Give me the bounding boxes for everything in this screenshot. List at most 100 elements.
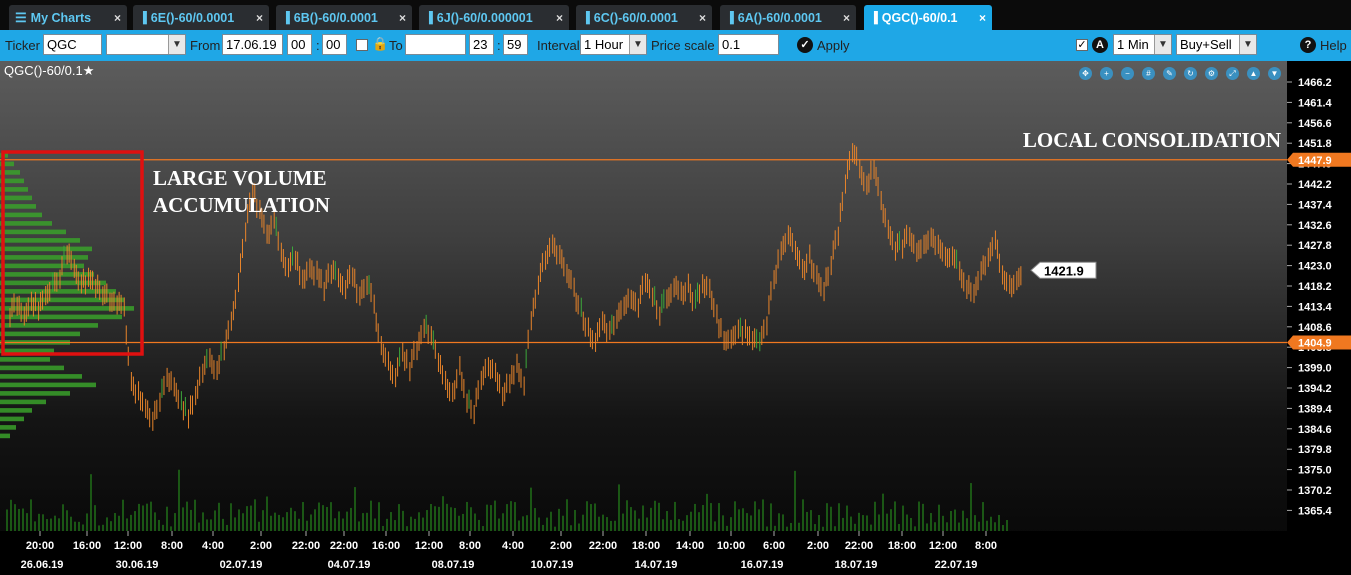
volume-bar <box>998 514 1000 531</box>
volume-bar <box>106 517 108 531</box>
to-hour-input[interactable] <box>469 34 494 55</box>
volume-bar <box>658 502 660 531</box>
interval-label: Interval <box>537 38 580 53</box>
volume-bar <box>326 506 328 531</box>
from-minute-input[interactable] <box>322 34 347 55</box>
volume-bar <box>354 487 356 531</box>
volume-bar <box>14 504 16 531</box>
expand-icon[interactable]: ⤢ <box>1226 67 1239 80</box>
volume-bar <box>714 521 716 531</box>
ticker-input[interactable] <box>43 34 102 55</box>
volume-bar <box>406 526 408 531</box>
zoom-out-icon[interactable]: − <box>1121 67 1134 80</box>
volume-bar <box>226 524 228 531</box>
help-link[interactable]: Help <box>1320 38 1347 53</box>
y-tick-label: 1437.4 <box>1298 199 1333 211</box>
tab-my-charts[interactable]: ☰ My Charts × <box>9 5 127 30</box>
volume-bar <box>90 474 92 531</box>
timeframe-select[interactable]: 1 Min ▼ <box>1113 34 1172 55</box>
x-tick-label: 12:00 <box>415 540 443 552</box>
tab-6e[interactable]: ▐ 6E()-60/0.0001 × <box>133 5 269 30</box>
volume-bar <box>270 515 272 531</box>
volume-profile-bar <box>0 195 32 201</box>
tab-6b[interactable]: ▐ 6B()-60/0.0001 × <box>276 5 412 30</box>
gear-icon[interactable]: ⚙ <box>1205 67 1218 80</box>
volume-bar <box>74 521 76 531</box>
refresh-icon[interactable]: ↻ <box>1184 67 1197 80</box>
volume-bar <box>26 513 28 531</box>
price-chart[interactable]: LARGE VOLUME ACCUMULATION LOCAL CONSOLIDAT… <box>0 61 1351 575</box>
volume-bar <box>838 503 840 531</box>
interval-select[interactable]: 1 Hour ▼ <box>580 34 647 55</box>
tab-qgc[interactable]: ▐ QGC()-60/0.1 × <box>864 5 992 30</box>
close-icon[interactable]: × <box>108 11 121 25</box>
close-icon[interactable]: × <box>393 11 406 25</box>
x-date-label: 22.07.19 <box>935 559 978 571</box>
y-tick-label: 1413.4 <box>1298 301 1333 313</box>
volume-bar <box>126 518 128 531</box>
apply-button[interactable]: Apply <box>817 38 850 53</box>
volume-bar <box>278 514 280 531</box>
to-label: To <box>389 38 403 53</box>
ticker-dropdown[interactable]: ▼ <box>106 34 186 55</box>
draw-icon[interactable]: ✎ <box>1163 67 1176 80</box>
collapse-icon[interactable]: ▲ <box>1247 67 1260 80</box>
volume-bar <box>490 505 492 531</box>
price-scale-input[interactable] <box>718 34 779 55</box>
settings-checkbox[interactable]: ✓ <box>1076 39 1088 51</box>
volume-bar <box>802 499 804 531</box>
lock-icon: 🔒 <box>372 36 389 51</box>
side-select[interactable]: Buy+Sell ▼ <box>1176 34 1257 55</box>
x-tick-label: 22:00 <box>292 540 320 552</box>
tab-6c[interactable]: ▐ 6C()-60/0.0001 × <box>576 5 712 30</box>
volume-bar <box>850 516 852 531</box>
volume-bar <box>314 509 316 531</box>
move-icon[interactable]: ✥ <box>1079 67 1092 80</box>
x-date-label: 10.07.19 <box>531 559 574 571</box>
volume-bar <box>22 508 24 531</box>
volume-bar <box>906 514 908 531</box>
help-icon[interactable]: ? <box>1300 37 1316 53</box>
to-date-input[interactable] <box>405 34 466 55</box>
volume-profile-bar <box>0 314 122 320</box>
from-hour-input[interactable] <box>287 34 312 55</box>
tab-6j[interactable]: ▐ 6J()-60/0.000001 × <box>419 5 569 30</box>
close-icon[interactable]: × <box>693 11 706 25</box>
volume-bar <box>110 521 112 531</box>
volume-profile-bar <box>0 221 52 226</box>
volume-bar <box>738 509 740 531</box>
volume-bar <box>842 517 844 531</box>
tab-6a[interactable]: ▐ 6A()-60/0.0001 × <box>720 5 856 30</box>
close-icon[interactable]: × <box>250 11 263 25</box>
volume-bar <box>398 504 400 531</box>
favorite-star-icon[interactable]: ★ <box>83 63 95 78</box>
volume-bar <box>198 522 200 531</box>
volume-bar <box>242 513 244 531</box>
chevron-down-icon[interactable]: ▼ <box>1268 67 1281 80</box>
volume-bar <box>466 501 468 531</box>
grid-icon[interactable]: # <box>1142 67 1155 80</box>
volume-bar <box>566 499 568 531</box>
volume-bar <box>854 523 856 531</box>
close-icon[interactable]: × <box>550 11 563 25</box>
volume-bar <box>986 520 988 531</box>
y-tick-label: 1466.2 <box>1298 77 1332 89</box>
x-tick-label: 14:00 <box>676 540 704 552</box>
close-icon[interactable]: × <box>837 11 850 25</box>
auto-scale-icon[interactable]: A <box>1092 37 1108 53</box>
volume-bar <box>886 513 888 531</box>
x-date-label: 18.07.19 <box>835 559 878 571</box>
volume-bar <box>366 512 368 531</box>
volume-bar <box>338 511 340 531</box>
to-date-checkbox[interactable] <box>356 39 368 51</box>
close-icon[interactable]: × <box>973 11 986 25</box>
volume-bar <box>458 515 460 531</box>
chart-area[interactable]: LARGE VOLUME ACCUMULATION LOCAL CONSOLIDAT… <box>0 61 1351 575</box>
to-minute-input[interactable] <box>503 34 528 55</box>
zoom-in-icon[interactable]: + <box>1100 67 1113 80</box>
from-date-input[interactable] <box>222 34 283 55</box>
volume-bar <box>626 500 628 531</box>
volume-bar <box>186 501 188 531</box>
interval-value: 1 Hour <box>584 37 624 52</box>
check-circle-icon[interactable]: ✓ <box>797 37 813 53</box>
